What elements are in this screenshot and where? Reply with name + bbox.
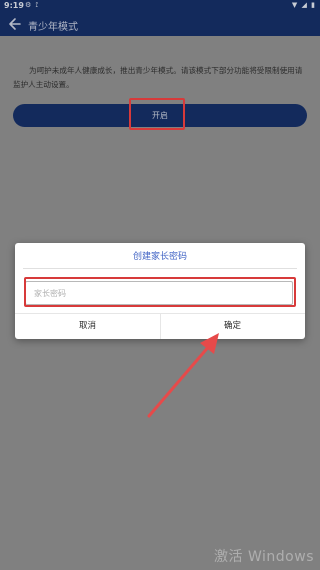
wifi-icon: ▼ (291, 1, 299, 9)
settings-icon: ⚙ (25, 1, 33, 9)
confirm-button[interactable]: 确定 (160, 313, 305, 339)
page-title: 青少年模式 (28, 22, 78, 33)
parent-password-input[interactable] (25, 281, 293, 305)
dialog-title: 创建家长密码 (132, 252, 187, 262)
arrow-left-icon[interactable] (8, 16, 22, 32)
youth-mode-notice: 为呵护未成年人健康成长，推出青少年模式。请该模式下部分功能将受限制使用请监护人主… (13, 66, 303, 89)
app-bar: 青少年模式 (0, 13, 320, 36)
status-bar: 9:19 ⚙ ⟟ ▼ ◢ ▮ (0, 0, 320, 13)
status-left-icons: ⚙ ⟟ (25, 1, 39, 10)
highlight-annotation-enable (129, 98, 185, 130)
windows-activation-watermark: 激活 Windows (214, 549, 314, 565)
signal-antenna-icon: ⟟ (35, 1, 40, 9)
status-right-icons: ▼ ◢ ▮ (292, 1, 316, 9)
signal-icon: ◢ (301, 1, 308, 9)
cancel-button[interactable]: 取消 (15, 313, 160, 339)
create-password-dialog: 创建家长密码 取消 确定 (15, 243, 305, 339)
battery-icon: ▮ (311, 1, 316, 9)
status-time: 9:19 (4, 1, 24, 10)
dialog-divider (23, 268, 297, 269)
